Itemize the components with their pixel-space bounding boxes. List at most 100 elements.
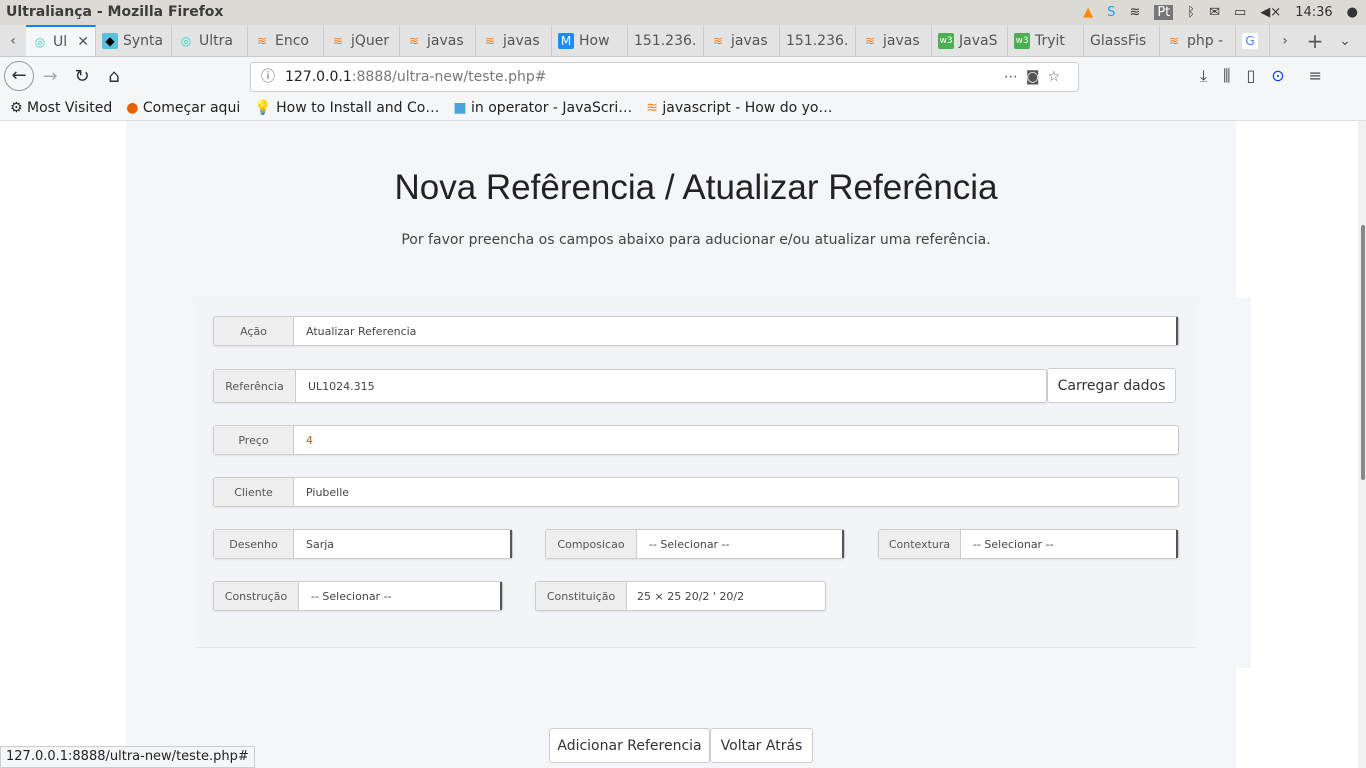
battery-icon[interactable]: ▭ <box>1234 5 1246 20</box>
cliente-field[interactable]: Cliente Piubelle <box>213 477 1179 507</box>
tab[interactable]: ≋ php - <box>1160 25 1236 56</box>
status-bar-url: 127.0.0.1:8888/ultra-new/teste.php# <box>0 746 255 768</box>
vlc-icon[interactable]: ▲ <box>1083 5 1093 20</box>
carregar-dados-button[interactable]: Carregar dados <box>1047 368 1176 403</box>
bookmark-in-operator[interactable]: ■ in operator - JavaScri… <box>453 100 632 116</box>
tab[interactable]: ≋ Enco <box>248 25 324 56</box>
scroll-tabs-right[interactable]: › <box>1270 25 1300 56</box>
preco-input[interactable]: 4 <box>294 426 1178 454</box>
ultra-icon: ◎ <box>34 34 46 49</box>
acao-value[interactable]: Atualizar Referencia <box>294 317 1178 345</box>
adicionar-referencia-button[interactable]: Adicionar Referencia <box>549 728 710 763</box>
contextura-select[interactable]: Contextura -- Selecionar -- <box>878 529 1179 559</box>
tab[interactable]: ≋ javas <box>856 25 932 56</box>
cliente-label: Cliente <box>214 478 294 506</box>
stackoverflow-icon: ≋ <box>646 99 658 116</box>
scroll-tabs-left[interactable]: ‹ <box>0 25 26 56</box>
page-actions-icon[interactable]: ⋯ <box>1004 69 1026 85</box>
bluetooth-icon[interactable]: ᛒ <box>1187 5 1195 20</box>
stackoverflow-icon: ≋ <box>484 33 496 48</box>
tab[interactable]: 151.236. <box>780 25 856 56</box>
tab-bar: ‹ ◎ Ul ✕ ◆ Synta ◎ Ultra ≋ Enco ≋ jQuer ≋ javas ≋ java… <box>0 25 1366 57</box>
tab-label: javas <box>883 32 920 49</box>
tab[interactable]: M How <box>552 25 628 56</box>
preco-label: Preço <box>214 426 294 454</box>
bookmark-how-to-install[interactable]: 💡 How to Install and Co… <box>254 100 439 116</box>
tab[interactable]: ≋ javas <box>476 25 552 56</box>
mail-icon[interactable]: ✉ <box>1209 5 1220 20</box>
clock[interactable]: 14:36 <box>1295 5 1332 20</box>
cliente-input[interactable]: Piubelle <box>294 478 1178 506</box>
forward-button[interactable]: → <box>34 66 66 87</box>
preco-field[interactable]: Preço 4 <box>213 425 1179 455</box>
constituicao-input[interactable]: 25 × 25 20/2 ' 20/2 <box>627 582 825 610</box>
w3-icon: w3 <box>938 32 954 49</box>
bookmark-most-visited[interactable]: ⚙ Most Visited <box>10 100 112 116</box>
contextura-label: Contextura <box>879 530 961 558</box>
scrollbar-thumb[interactable] <box>1361 225 1365 480</box>
new-tab-button[interactable]: + <box>1300 25 1330 56</box>
back-button[interactable]: ← <box>4 61 34 91</box>
system-tray: ▲ S ≋ Pt ᛒ ✉ ▭ ◀× 14:36 ● <box>1083 0 1358 25</box>
voltar-atras-button[interactable]: Voltar Atrás <box>710 728 813 763</box>
tab[interactable]: w3 Tryit <box>1008 25 1084 56</box>
tab[interactable]: ◎ Ul ✕ <box>26 25 96 56</box>
tab[interactable]: 151.236. <box>628 25 704 56</box>
stackoverflow-icon: ≋ <box>864 33 876 48</box>
info-icon[interactable]: ⓘ <box>261 63 275 91</box>
tab[interactable]: ≋ jQuer <box>324 25 400 56</box>
settings-icon[interactable]: ● <box>1347 5 1358 20</box>
wifi-icon[interactable]: ≋ <box>1129 5 1140 20</box>
library-icon[interactable]: ⫼ <box>1223 66 1230 86</box>
tab[interactable]: ≋ javas <box>400 25 476 56</box>
tab-label: Synta <box>123 32 164 49</box>
acao-label: Ação <box>214 317 294 345</box>
tab[interactable]: ◎ Ultra <box>172 25 248 56</box>
tab-label: jQuer <box>351 32 390 49</box>
tab-list-chevron-down-icon[interactable]: ⌄ <box>1330 25 1360 56</box>
construcao-select[interactable]: Construção -- Selecionar -- <box>213 581 503 611</box>
window-title: Ultraliança - Mozilla Firefox <box>6 4 224 20</box>
close-tab-icon[interactable]: ✕ <box>77 34 89 50</box>
tab-label: How <box>579 32 610 49</box>
construcao-value[interactable]: -- Selecionar -- <box>299 582 502 610</box>
tab[interactable]: w3 JavaS <box>932 25 1008 56</box>
referencia-label: Referência <box>214 370 296 402</box>
skype-icon[interactable]: S <box>1107 5 1115 20</box>
tab-label: Tryit <box>1035 32 1065 49</box>
keyboard-lang[interactable]: Pt <box>1154 5 1174 20</box>
tab[interactable]: G <box>1236 25 1270 56</box>
sidebar-icon[interactable]: ▯ <box>1246 66 1255 86</box>
tab[interactable]: ◆ Synta <box>96 25 172 56</box>
firefox-icon: ● <box>126 99 139 116</box>
bookmark-comecar-aqui[interactable]: ● Começar aqui <box>126 100 240 116</box>
pocket-icon[interactable]: ◙ <box>1026 69 1048 85</box>
tab-label: php - <box>1187 32 1224 49</box>
constituicao-field[interactable]: Constituição 25 × 25 20/2 ' 20/2 <box>535 581 826 611</box>
url-host: 127.0.0.1 <box>285 69 352 85</box>
bird-icon: ◆ <box>102 32 118 49</box>
contextura-value[interactable]: -- Selecionar -- <box>961 530 1178 558</box>
home-button[interactable]: ⌂ <box>98 66 130 87</box>
desenho-select[interactable]: Desenho Sarja <box>213 529 513 559</box>
stackoverflow-icon: ≋ <box>1168 33 1180 48</box>
bookmark-star-icon[interactable]: ☆ <box>1047 69 1068 85</box>
composicao-value[interactable]: -- Selecionar -- <box>637 530 844 558</box>
tab[interactable]: ≋ javas <box>704 25 780 56</box>
url-bar[interactable]: ⓘ 127.0.0.1:8888/ultra-new/teste.php# ⋯◙… <box>250 62 1079 92</box>
desenho-value[interactable]: Sarja <box>294 530 512 558</box>
tab-label: Enco <box>275 32 309 49</box>
extension-icon[interactable]: ⊙ <box>1271 66 1284 86</box>
composicao-select[interactable]: Composicao -- Selecionar -- <box>545 529 845 559</box>
reload-button[interactable]: ↻ <box>66 66 98 87</box>
desenho-label: Desenho <box>214 530 294 558</box>
referencia-input[interactable]: UL1024.315 <box>296 370 1046 402</box>
referencia-field[interactable]: Referência UL1024.315 <box>213 369 1047 403</box>
bookmark-javascript-how[interactable]: ≋ javascript - How do yo… <box>646 100 832 116</box>
construcao-label: Construção <box>214 582 299 610</box>
tab[interactable]: GlassFis <box>1084 25 1160 56</box>
volume-icon[interactable]: ◀× <box>1260 5 1281 20</box>
acao-select[interactable]: Ação Atualizar Referencia <box>213 316 1179 346</box>
menu-icon[interactable]: ≡ <box>1309 66 1322 86</box>
downloads-icon[interactable]: ⤓ <box>1200 66 1207 86</box>
